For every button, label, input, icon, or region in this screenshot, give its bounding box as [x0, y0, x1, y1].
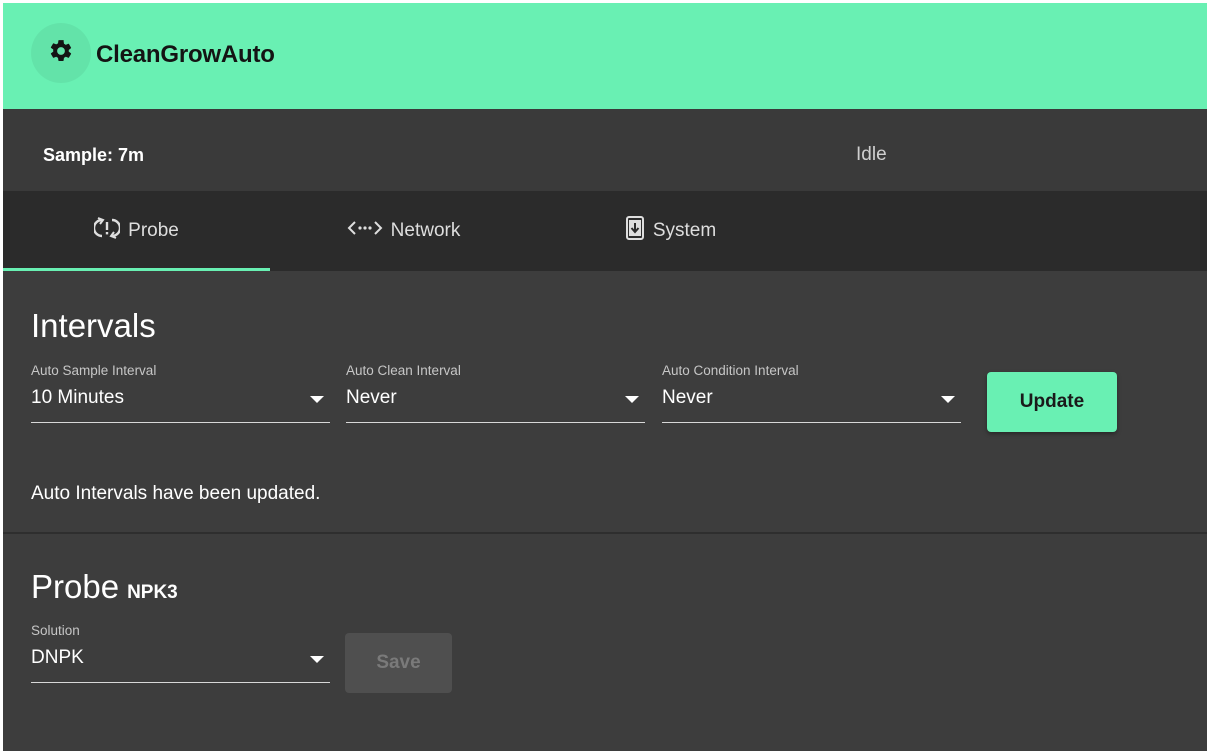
sample-countdown: Sample: 7m: [43, 145, 145, 165]
field-label: Auto Sample Interval: [31, 363, 157, 378]
tab-probe[interactable]: Probe: [3, 191, 270, 271]
settings-button[interactable]: [31, 23, 91, 83]
tab-system-label: System: [652, 220, 717, 241]
field-label: Solution: [31, 623, 80, 638]
update-button[interactable]: Update: [987, 372, 1117, 432]
tab-probe-label: Probe: [128, 220, 179, 241]
network-dots-icon: [347, 219, 383, 243]
dropdown-arrow-icon: [310, 656, 324, 663]
probe-section: Probe NPK3 Solution DNPK Save: [3, 534, 1207, 751]
field-value: Never: [346, 387, 397, 408]
status-bar: Sample: 7m Idle: [3, 109, 1207, 191]
intervals-title: Intervals: [31, 307, 156, 344]
app-frame: CleanGrowAuto Sample: 7m Idle Probe Netw…: [3, 3, 1207, 751]
dropdown-arrow-icon: [625, 396, 639, 403]
save-button[interactable]: Save: [345, 633, 452, 693]
tab-bar: Probe Network System: [3, 191, 1207, 271]
tab-system[interactable]: System: [537, 191, 804, 271]
field-label: Auto Clean Interval: [346, 363, 461, 378]
dropdown-arrow-icon: [310, 396, 324, 403]
field-value: DNPK: [31, 647, 84, 668]
intervals-section: Intervals Auto Sample Interval 10 Minute…: [3, 271, 1207, 534]
auto-condition-interval-select[interactable]: Auto Condition Interval Never: [662, 363, 961, 423]
field-value: Never: [662, 387, 713, 408]
probe-refresh-icon: [93, 217, 122, 245]
probe-title-text: Probe: [31, 568, 120, 605]
app-bar: CleanGrowAuto: [3, 3, 1207, 109]
app-title: CleanGrowAuto: [96, 41, 275, 68]
probe-title: Probe NPK3: [31, 568, 178, 606]
solution-select[interactable]: Solution DNPK: [31, 623, 330, 683]
tab-network-label: Network: [390, 220, 461, 241]
system-update-icon: [625, 216, 645, 246]
status-message: Auto Intervals have been updated.: [31, 483, 321, 504]
field-value: 10 Minutes: [31, 387, 124, 408]
auto-clean-interval-select[interactable]: Auto Clean Interval Never: [346, 363, 645, 423]
tab-network[interactable]: Network: [270, 191, 537, 271]
probe-model: NPK3: [127, 582, 178, 603]
device-state: Idle: [856, 144, 887, 165]
gear-icon: [48, 38, 74, 69]
auto-sample-interval-select[interactable]: Auto Sample Interval 10 Minutes: [31, 363, 330, 423]
field-label: Auto Condition Interval: [662, 363, 799, 378]
dropdown-arrow-icon: [941, 396, 955, 403]
